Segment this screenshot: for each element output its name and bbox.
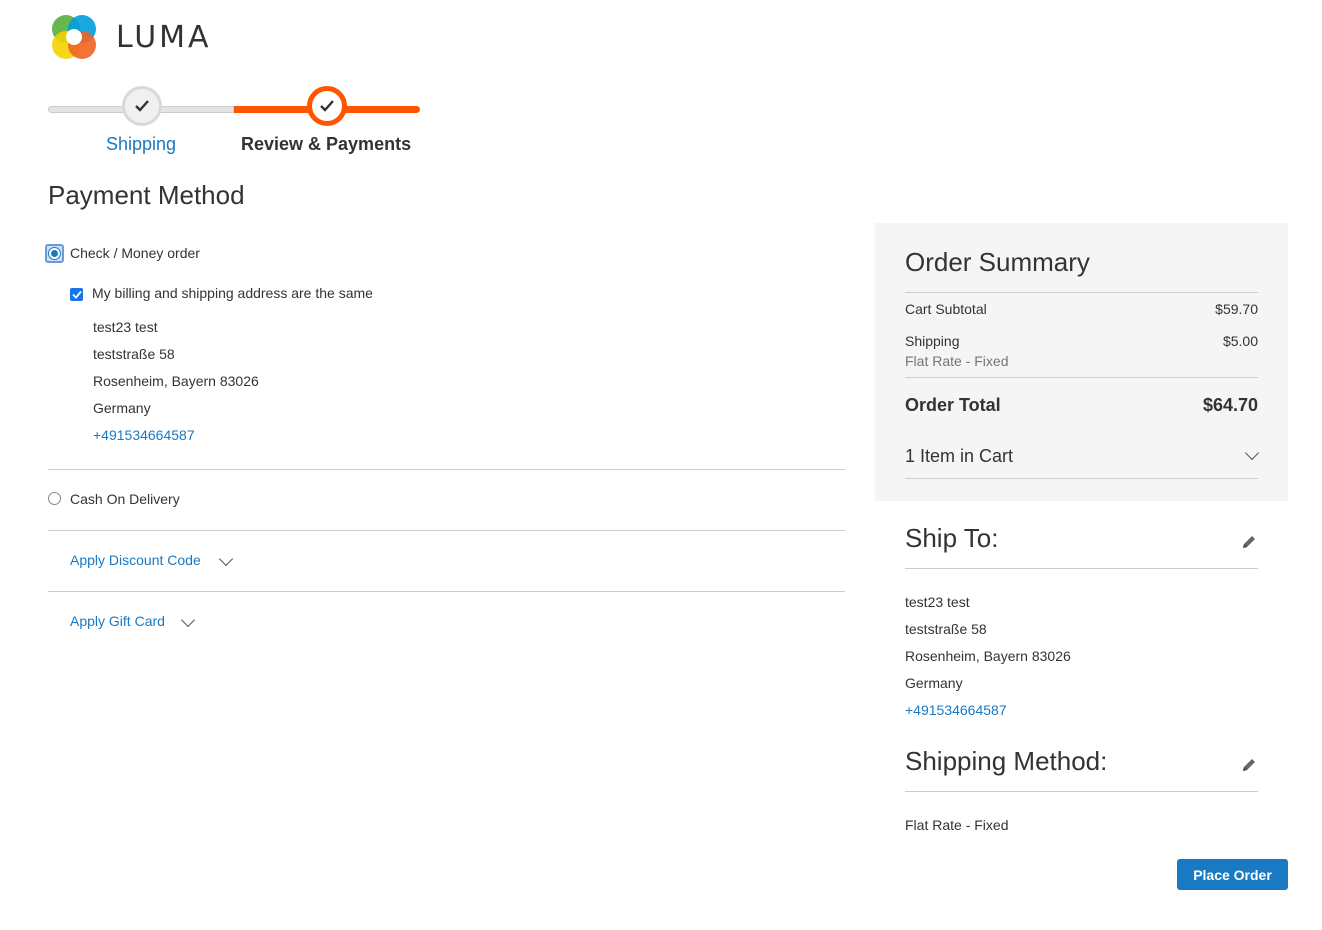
billing-same-label[interactable]: My billing and shipping address are the … <box>92 285 373 301</box>
order-total-row: Order Total $64.70 <box>905 395 1258 416</box>
billing-phone-link[interactable]: +491534664587 <box>93 427 195 443</box>
shipping-method-value: Flat Rate - Fixed <box>905 817 1009 833</box>
shipping-method-divider <box>905 791 1258 792</box>
ship-to-street: teststraße 58 <box>905 621 987 637</box>
check-money-order-label[interactable]: Check / Money order <box>70 245 200 261</box>
order-total-value: $64.70 <box>1202 395 1258 415</box>
billing-name: test23 test <box>93 319 158 335</box>
apply-discount-toggle[interactable]: Apply Discount Code <box>70 552 201 568</box>
order-total-label: Order Total <box>905 395 1001 415</box>
ship-to-phone-link[interactable]: +491534664587 <box>905 702 1007 718</box>
checkout-progress: Shipping Review & Payments <box>48 84 420 164</box>
chevron-down-icon[interactable] <box>218 551 234 567</box>
billing-street: teststraße 58 <box>93 346 175 362</box>
edit-pencil-icon[interactable] <box>1240 756 1258 774</box>
brand-name: LUMA <box>116 19 212 55</box>
chevron-down-icon[interactable] <box>1244 445 1260 461</box>
ship-to-country: Germany <box>905 675 963 691</box>
billing-same-checkbox[interactable] <box>70 288 83 301</box>
cart-subtotal-value: $59.70 <box>1215 301 1258 317</box>
summary-divider <box>905 292 1258 293</box>
ship-to-title: Ship To: <box>905 523 999 553</box>
shipping-method-note: Flat Rate - Fixed <box>905 353 1009 369</box>
ship-to-city: Rosenheim, Bayern 83026 <box>905 648 1071 664</box>
edit-pencil-icon[interactable] <box>1240 533 1258 551</box>
cash-on-delivery-label[interactable]: Cash On Delivery <box>70 491 180 507</box>
step-shipping-link[interactable]: Shipping <box>106 134 176 155</box>
billing-city: Rosenheim, Bayern 83026 <box>93 373 259 389</box>
divider <box>48 591 845 592</box>
shipping-row: Shipping $5.00 <box>905 333 1258 349</box>
summary-divider <box>905 478 1258 479</box>
shipping-label: Shipping <box>905 333 960 349</box>
divider <box>48 469 845 470</box>
ship-to-name: test23 test <box>905 594 970 610</box>
divider <box>48 530 845 531</box>
step-review-label: Review & Payments <box>241 134 412 154</box>
place-order-button[interactable]: Place Order <box>1177 859 1288 890</box>
chevron-down-icon[interactable] <box>180 612 196 628</box>
items-in-cart-toggle[interactable]: 1 Item in Cart <box>905 446 1013 467</box>
step-review-check-icon <box>307 86 347 126</box>
check-money-order-radio[interactable] <box>48 247 61 260</box>
luma-logo[interactable]: LUMA <box>48 12 212 62</box>
payment-method-title: Payment Method <box>48 180 245 210</box>
shipping-method-title: Shipping Method: <box>905 746 1108 776</box>
ship-to-divider <box>905 568 1258 569</box>
cart-subtotal-row: Cart Subtotal $59.70 <box>905 301 1258 317</box>
order-summary: Order Summary Cart Subtotal $59.70 Shipp… <box>875 223 1288 501</box>
luma-logo-icon <box>48 12 100 62</box>
billing-country: Germany <box>93 400 151 416</box>
cash-on-delivery-radio[interactable] <box>48 492 61 505</box>
step-shipping-check-icon <box>122 86 162 126</box>
shipping-value: $5.00 <box>1222 333 1258 349</box>
apply-gift-card-toggle[interactable]: Apply Gift Card <box>70 613 165 629</box>
order-summary-title: Order Summary <box>905 247 1090 277</box>
summary-divider <box>905 377 1258 378</box>
cart-subtotal-label: Cart Subtotal <box>905 301 987 317</box>
